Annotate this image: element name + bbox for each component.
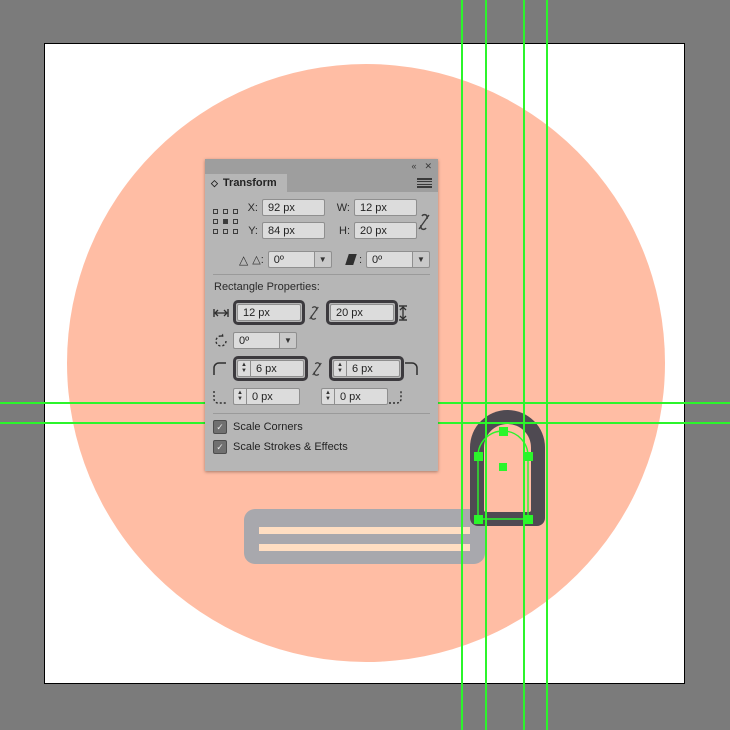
rect-width-icon — [213, 308, 233, 318]
corner-tl-input[interactable]: 6 px — [250, 360, 304, 377]
rect-width-field-highlight: 12 px — [233, 300, 305, 325]
corner-bl-input[interactable]: 0 px — [246, 388, 300, 405]
h-input[interactable]: 20 px — [354, 222, 417, 239]
constrain-proportions-icon[interactable] — [417, 212, 432, 232]
rect-height-input[interactable]: 20 px — [330, 304, 394, 321]
rotate-dashed-glyph — [215, 333, 227, 347]
transform-panel[interactable]: « ✕ ◇ Transform X: 92 px W: 12 px Y: 84 … — [205, 159, 438, 471]
rect-height-icon — [398, 304, 418, 321]
vertical-guide-1[interactable] — [461, 0, 463, 730]
corner-bottom-left-icon — [213, 390, 233, 404]
scale-strokes-label: Scale Strokes & Effects — [233, 441, 348, 453]
corner-tl-field-highlight: ▲ ▼ 6 px — [233, 356, 308, 381]
xywh-fields: X: 92 px W: 12 px Y: 84 px H: 20 px — [243, 199, 417, 245]
h-label: H: — [339, 224, 350, 237]
shear-input[interactable]: 0º — [366, 251, 412, 268]
corner-tr-stepper[interactable]: ▲ ▼ — [333, 360, 346, 377]
rect-angle-chevron-down-icon[interactable]: ▼ — [279, 332, 297, 349]
corner-br-input[interactable]: 0 px — [334, 388, 388, 405]
shear-combo[interactable]: 0º ▼ — [366, 251, 430, 268]
broken-link-glyph — [418, 213, 430, 231]
corner-bl-stepper[interactable]: ▲ ▼ — [233, 388, 246, 405]
rect-size-link-icon[interactable] — [308, 304, 323, 322]
tab-diamond-icon: ◇ — [211, 177, 218, 188]
panel-titlebar[interactable]: « ✕ — [205, 159, 438, 174]
option-scale-strokes[interactable]: ✓ Scale Strokes & Effects — [213, 440, 430, 454]
rect-size-row: 12 px 20 px — [213, 300, 430, 325]
row-y-h: Y: 84 px H: 20 px — [243, 222, 417, 239]
panel-menu-icon[interactable] — [417, 178, 432, 188]
shear-label: : — [358, 253, 362, 266]
rect-height-field-highlight: 20 px — [326, 300, 398, 325]
rotate-label: △: — [252, 254, 264, 266]
shear-angle-icon — [345, 254, 357, 265]
width-arrow-glyph — [213, 308, 229, 317]
option-scale-corners[interactable]: ✓ Scale Corners — [213, 420, 430, 434]
corner-top-right-icon — [404, 361, 424, 376]
w-label: W: — [336, 201, 350, 214]
panel-tab-row: ◇ Transform — [205, 174, 438, 192]
rotate-shear-row: △ △: 0º ▼ : 0º ▼ — [213, 251, 430, 268]
rotate-chevron-down-icon[interactable]: ▼ — [313, 251, 332, 268]
rotate-input[interactable]: 0º — [267, 251, 314, 268]
bar-line-2 — [259, 544, 470, 551]
scale-corners-label: Scale Corners — [233, 421, 303, 433]
corner-tr-input[interactable]: 6 px — [346, 360, 400, 377]
x-input[interactable]: 92 px — [262, 199, 325, 216]
corner-tl-glyph — [213, 361, 226, 375]
rotate-angle-icon: △ — [239, 252, 249, 267]
corner-bottom-row: ▲ ▼ 0 px ▲ ▼ 0 px — [213, 388, 430, 405]
row-x-w: X: 92 px W: 12 px — [243, 199, 417, 216]
tab-transform[interactable]: ◇ Transform — [205, 174, 287, 192]
reference-point-selector[interactable] — [213, 209, 239, 235]
bar-line-1 — [259, 527, 470, 534]
panel-divider-1 — [213, 274, 430, 275]
y-label: Y: — [248, 224, 258, 237]
shear-chevron-down-icon[interactable]: ▼ — [412, 251, 430, 268]
corner-tr-field-highlight: ▲ ▼ 6 px — [329, 356, 404, 381]
scale-corners-checkbox[interactable]: ✓ — [213, 420, 227, 434]
vertical-guide-2[interactable] — [485, 0, 487, 730]
rect-width-input[interactable]: 12 px — [237, 304, 301, 321]
corner-link-icon[interactable] — [311, 360, 326, 378]
vertical-guide-3[interactable] — [523, 0, 525, 730]
panel-divider-2 — [213, 413, 430, 414]
illustrator-canvas: « ✕ ◇ Transform X: 92 px W: 12 px Y: 84 … — [0, 0, 730, 730]
corner-bottom-right-icon — [388, 390, 408, 404]
broken-link-glyph — [312, 361, 322, 376]
corner-tr-glyph — [405, 361, 418, 375]
corner-top-left-icon — [213, 361, 233, 376]
corner-bl-glyph — [213, 390, 226, 404]
gray-rounded-bar-shape[interactable] — [244, 509, 485, 564]
corner-br-stepper[interactable]: ▲ ▼ — [321, 388, 334, 405]
tab-transform-label: Transform — [222, 177, 277, 189]
position-size-block: X: 92 px W: 12 px Y: 84 px H: 20 px — [213, 199, 430, 245]
x-label: X: — [247, 201, 258, 214]
broken-link-glyph — [309, 305, 319, 320]
rect-angle-row: 0º ▼ — [213, 332, 430, 349]
scale-strokes-checkbox[interactable]: ✓ — [213, 440, 227, 454]
corner-top-row: ▲ ▼ 6 px ▲ ▼ 6 px — [213, 356, 430, 381]
corner-br-glyph — [389, 390, 402, 404]
rotate-combo[interactable]: 0º ▼ — [267, 251, 332, 268]
rect-angle-input[interactable]: 0º — [233, 332, 279, 349]
y-input[interactable]: 84 px — [262, 222, 325, 239]
rect-rotate-icon — [213, 333, 233, 349]
close-icon[interactable]: ✕ — [424, 162, 432, 171]
corner-tl-stepper[interactable]: ▲ ▼ — [237, 360, 250, 377]
arch-shape[interactable] — [470, 410, 545, 526]
vertical-guide-4[interactable] — [546, 0, 548, 730]
panel-body: X: 92 px W: 12 px Y: 84 px H: 20 px △ △:… — [205, 192, 438, 454]
height-arrow-glyph — [399, 304, 407, 321]
collapse-icon[interactable]: « — [411, 162, 416, 171]
rect-angle-combo[interactable]: 0º ▼ — [233, 332, 297, 349]
w-input[interactable]: 12 px — [354, 199, 417, 216]
rectangle-properties-label: Rectangle Properties: — [214, 281, 320, 293]
